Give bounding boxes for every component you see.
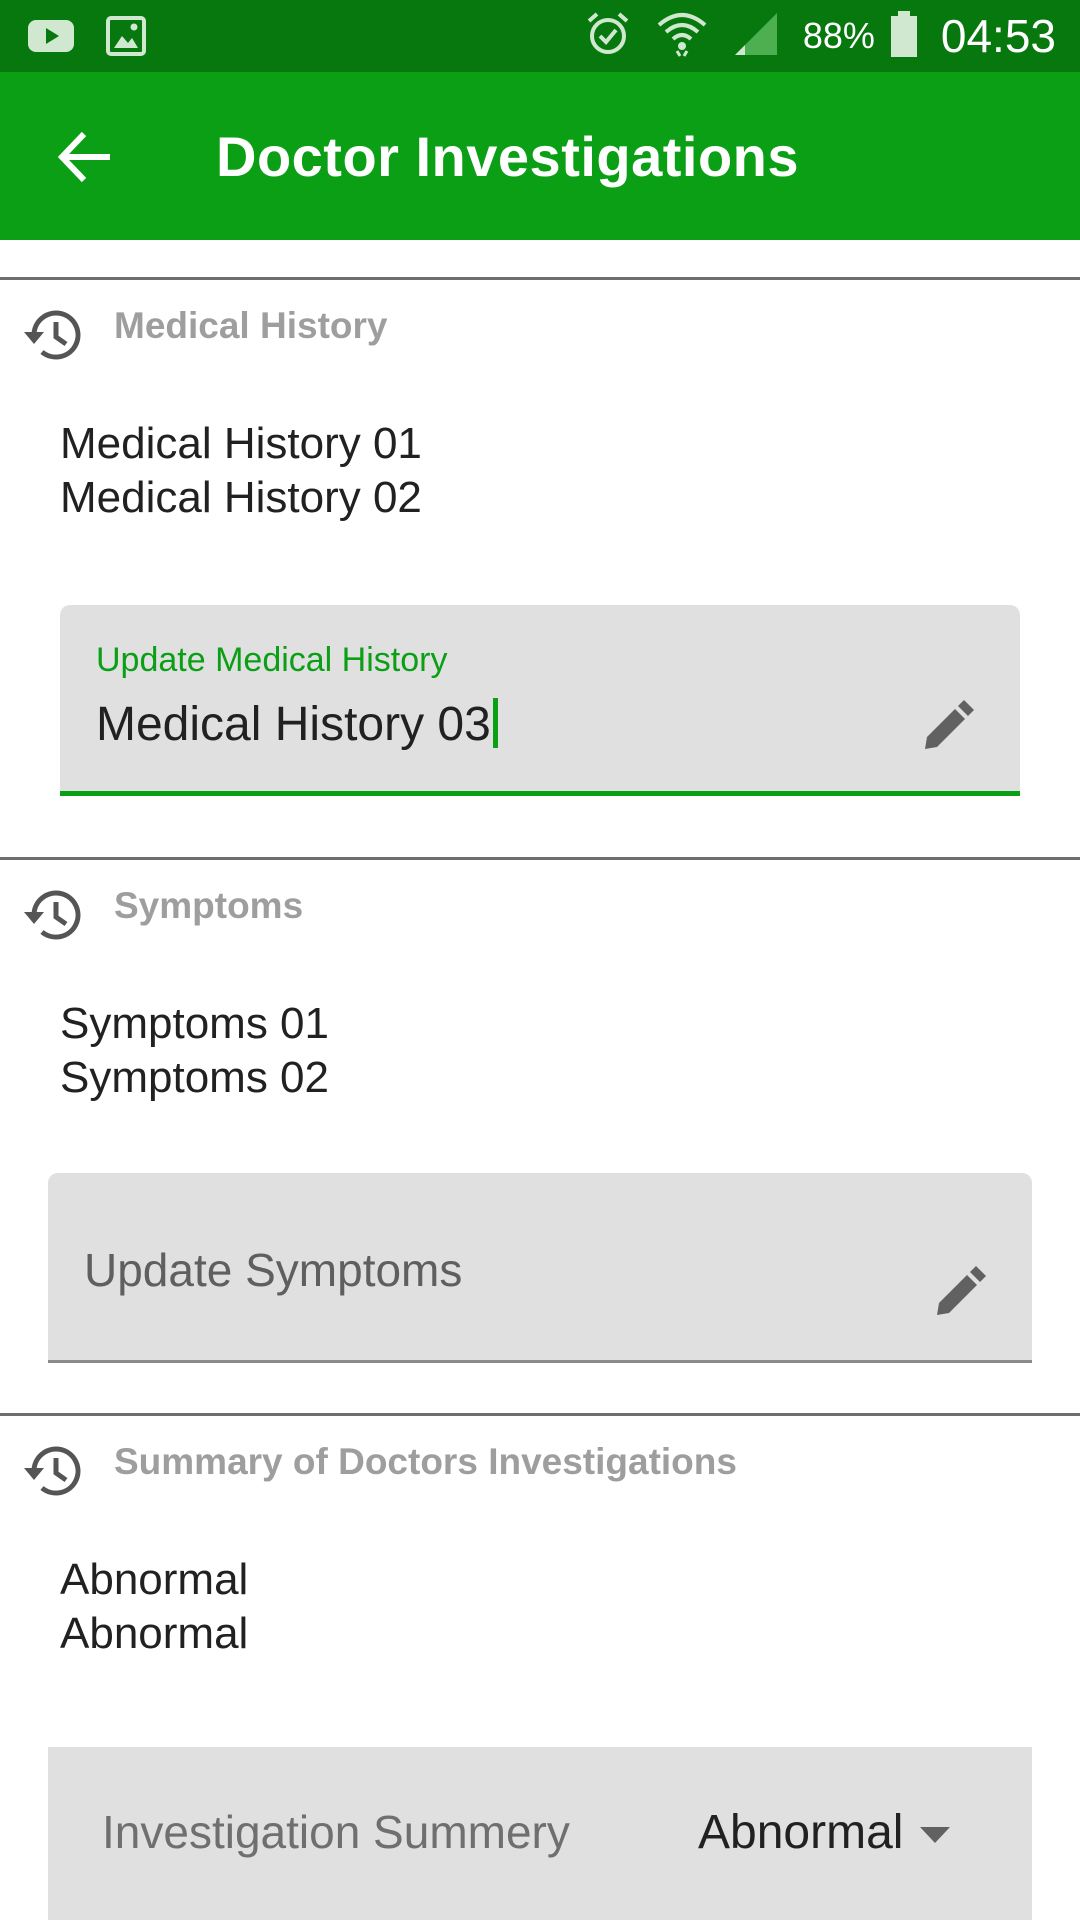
symptoms-input-placeholder: Update Symptoms xyxy=(84,1244,463,1296)
battery-percent: 88% xyxy=(802,15,875,56)
history-icon xyxy=(20,302,86,368)
medical-history-input[interactable]: Update Medical History Medical History 0… xyxy=(60,605,1020,796)
signal-icon xyxy=(731,9,781,64)
arrow-back-icon xyxy=(57,131,110,183)
medical-history-input-label: Update Medical History xyxy=(96,641,448,679)
list-item: Abnormal xyxy=(60,1609,249,1658)
text-cursor xyxy=(492,698,498,748)
section-title-symptoms: Symptoms xyxy=(114,885,304,926)
list-item: Abnormal xyxy=(60,1555,249,1604)
youtube-icon xyxy=(26,14,76,63)
app-bar: Doctor Investigations xyxy=(0,72,1080,240)
section-title-medical-history: Medical History xyxy=(114,305,388,346)
symptoms-input[interactable]: Update Symptoms xyxy=(48,1173,1032,1363)
page-title: Doctor Investigations xyxy=(216,125,800,188)
investigation-summary-label: Investigation Summery xyxy=(102,1806,570,1858)
dropdown-arrow-icon[interactable] xyxy=(918,1825,952,1845)
list-item: Symptoms 01 xyxy=(60,999,329,1048)
divider xyxy=(0,1413,1080,1416)
clock: 04:53 xyxy=(940,10,1056,62)
back-button[interactable] xyxy=(52,122,122,192)
history-icon xyxy=(20,1438,86,1504)
section-title-summary: Summary of Doctors Investigations xyxy=(114,1441,737,1482)
input-underline xyxy=(48,1360,1032,1363)
image-icon xyxy=(104,14,148,63)
medical-history-input-value: Medical History 03 xyxy=(96,698,491,751)
list-item: Symptoms 02 xyxy=(60,1053,329,1102)
list-item: Medical History 02 xyxy=(60,473,422,522)
wifi-icon xyxy=(655,9,709,64)
alarm-icon xyxy=(583,9,633,64)
pencil-icon[interactable] xyxy=(917,697,977,757)
battery-icon xyxy=(889,9,919,64)
divider xyxy=(0,277,1080,280)
investigation-summary-value[interactable]: Abnormal xyxy=(698,1805,903,1860)
investigation-summary-select[interactable]: Investigation Summery Abnormal xyxy=(48,1747,1032,1920)
divider xyxy=(0,857,1080,860)
history-icon xyxy=(20,882,86,948)
list-item: Medical History 01 xyxy=(60,419,422,468)
input-underline xyxy=(60,791,1020,796)
pencil-icon[interactable] xyxy=(929,1263,989,1323)
status-bar: 88% 04:53 xyxy=(0,0,1080,72)
